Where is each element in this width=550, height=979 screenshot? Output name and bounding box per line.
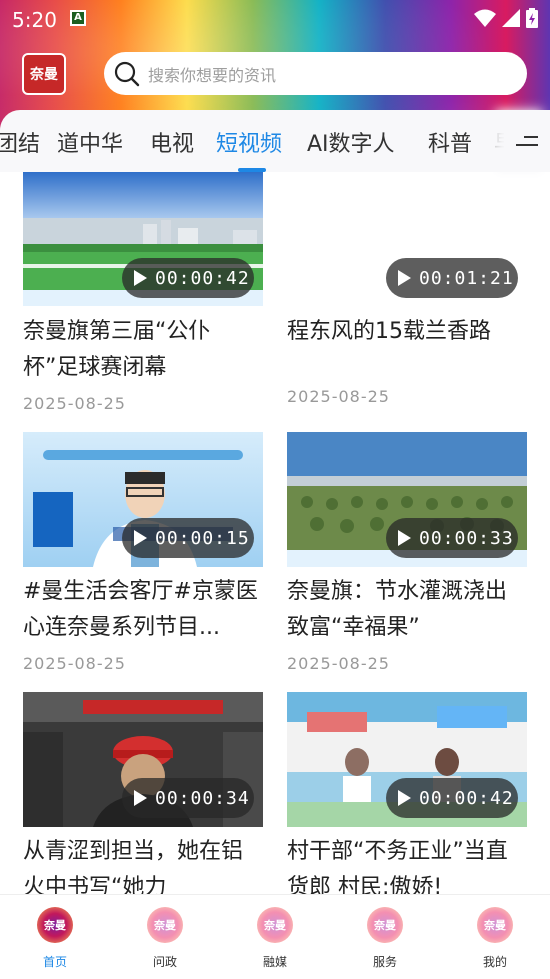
status-bar: 5:20 A (0, 0, 550, 38)
tabs-menu-button[interactable] (504, 110, 550, 172)
nav-label: 融媒 (262, 955, 287, 969)
nav-label: 问政 (152, 955, 177, 969)
nav-media[interactable]: 奈曼 融媒 (235, 907, 315, 970)
video-card[interactable]: 00:00:42 奈曼旗第三届“公仆杯”足球赛闭幕 2025-08-25 (23, 172, 263, 422)
video-date: 2025-08-25 (287, 387, 390, 406)
active-tab-indicator (238, 168, 266, 172)
search-icon (114, 61, 140, 86)
inquiry-icon: 奈曼 (147, 907, 183, 943)
video-card[interactable]: 00:00:15 #曼生活会客厅#京蒙医心连奈曼系列节目... 2025-08-… (23, 432, 263, 682)
nav-label: 服务 (372, 955, 397, 969)
notification-icon: A (70, 10, 86, 26)
video-card[interactable]: 00:00:33 奈曼旗：节水灌溉浇出致富“幸福果” 2025-08-25 (287, 432, 527, 682)
video-title: 村干部“不务正业”当直货郎 村民:傲娇! (287, 839, 508, 894)
cellular-signal-icon (502, 9, 520, 27)
video-title: #曼生活会客厅#京蒙医心连奈曼系列节目... (23, 579, 258, 640)
play-icon (398, 270, 411, 286)
nav-profile[interactable]: 奈曼 我的 (455, 907, 535, 970)
video-title: 奈曼旗第三届“公仆杯”足球赛闭幕 (23, 319, 211, 380)
video-card[interactable]: 00:00:34 从青涩到担当，她在铝火中书写“她力 (23, 692, 263, 894)
play-icon (398, 790, 411, 806)
profile-icon: 奈曼 (477, 907, 513, 943)
wifi-icon (474, 9, 496, 27)
play-icon (134, 530, 147, 546)
play-icon (134, 270, 147, 286)
tab-ai-avatar[interactable]: AI数字人 (307, 126, 395, 158)
nav-label: 首页 (42, 955, 67, 969)
nav-services[interactable]: 奈曼 服务 (345, 907, 425, 970)
duration-text: 00:01:21 (419, 267, 514, 289)
tab-tv[interactable]: 电视 (150, 126, 194, 158)
video-card[interactable]: 00:01:21 程东风的15载兰香路 2025-08-25 (287, 172, 527, 422)
media-icon: 奈曼 (257, 907, 293, 943)
menu-icon (516, 134, 538, 148)
video-title: 从青涩到担当，她在铝火中书写“她力 (23, 839, 244, 894)
video-date: 2025-08-25 (23, 394, 126, 413)
video-duration-badge: 00:00:42 (122, 258, 254, 298)
video-title: 奈曼旗：节水灌溉浇出致富“幸福果” (287, 579, 508, 640)
app-logo[interactable]: 奈曼 (22, 53, 66, 95)
video-card[interactable]: 00:00:42 村干部“不务正业”当直货郎 村民:傲娇! (287, 692, 527, 894)
search-placeholder: 搜索你想要的资讯 (148, 65, 277, 85)
duration-text: 00:00:42 (155, 267, 250, 289)
video-duration-badge: 00:00:33 (386, 518, 518, 558)
category-tabs: 团结 道中华 电视 短视频 AI数字人 科普 早 (0, 110, 550, 172)
video-date: 2025-08-25 (287, 654, 390, 673)
play-icon (398, 530, 411, 546)
nav-inquiry[interactable]: 奈曼 问政 (125, 907, 205, 970)
nav-home[interactable]: 奈曼 首页 (15, 907, 95, 970)
video-duration-badge: 00:00:42 (386, 778, 518, 818)
duration-text: 00:00:33 (419, 527, 514, 549)
duration-text: 00:00:34 (155, 787, 250, 809)
battery-icon (526, 8, 538, 28)
tabs-track: 团结 道中华 电视 短视频 AI数字人 科普 早 (0, 110, 505, 172)
video-feed: 00:00:42 奈曼旗第三届“公仆杯”足球赛闭幕 2025-08-25 00:… (0, 172, 550, 894)
video-duration-badge: 00:00:15 (122, 518, 254, 558)
video-title: 程东风的15载兰香路 (287, 319, 491, 344)
tab-science[interactable]: 科普 (428, 126, 472, 158)
search-bar[interactable]: 搜索你想要的资讯 (104, 52, 527, 95)
tab-short-video[interactable]: 短视频 (216, 126, 282, 158)
video-duration-badge: 00:00:34 (122, 778, 254, 818)
tab-tuanjie[interactable]: 团结 (0, 126, 40, 158)
video-duration-badge: 00:01:21 (386, 258, 518, 298)
nav-label: 我的 (482, 955, 507, 969)
duration-text: 00:00:42 (419, 787, 514, 809)
play-icon (134, 790, 147, 806)
bottom-navigation: 奈曼 首页 奈曼 问政 奈曼 融媒 奈曼 服务 奈曼 我的 (0, 894, 550, 979)
status-icons (474, 8, 538, 28)
tab-daozhonghua[interactable]: 道中华 (57, 126, 123, 158)
services-icon: 奈曼 (367, 907, 403, 943)
video-date: 2025-08-25 (23, 654, 126, 673)
home-icon: 奈曼 (37, 907, 73, 943)
status-time: 5:20 (12, 8, 57, 32)
duration-text: 00:00:15 (155, 527, 250, 549)
